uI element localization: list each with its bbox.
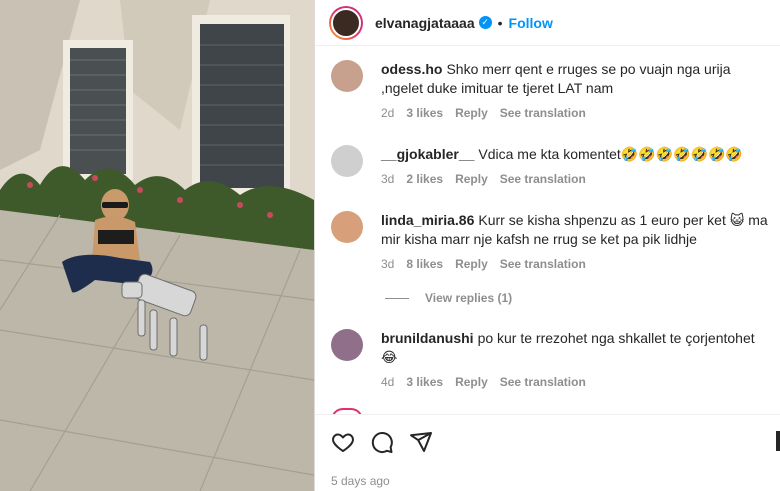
comment-age: 3d [381,257,395,271]
comment-age: 2d [381,106,395,120]
replies-line [385,297,409,299]
see-translation-button[interactable]: See translation [500,255,586,274]
comment-item: __gjokabler__ Vdica me kta komentet🤣🤣🤣🤣🤣🤣… [331,145,770,189]
comment-likes[interactable]: 8 likes [406,255,443,274]
reply-button[interactable]: Reply [455,255,488,274]
comment-meta: 4d 3 likes Reply See translation [381,373,770,392]
verified-badge-icon: ✓ [478,16,492,29]
comment-username[interactable]: odess.ho [381,61,442,77]
commenter-avatar[interactable] [331,60,363,92]
comment-username[interactable]: __gjokabler__ [381,146,474,162]
comments-panel: elvanagjataaaa ✓ • Follow odess.ho Shko m… [314,0,780,491]
comment-likes[interactable]: 2 likes [406,170,443,189]
author-username[interactable]: elvanagjataaaa [375,15,475,31]
heart-icon[interactable] [331,430,355,454]
reply-button[interactable]: Reply [455,170,488,189]
comment-age: 3d [381,172,395,186]
post-viewer: elvanagjataaaa ✓ • Follow odess.ho Shko m… [0,0,780,491]
comment-likes[interactable]: 3 likes [406,104,443,123]
post-actions: 5 days ago [315,414,780,491]
comment-age: 4d [381,375,395,389]
post-photo [0,0,314,491]
post-header: elvanagjataaaa ✓ • Follow [315,0,780,46]
commenter-avatar[interactable] [331,329,363,361]
separator-dot: • [497,14,503,31]
comment-item: odess.ho Shko merr qent e rruges se po vu… [331,60,770,123]
see-translation-button[interactable]: See translation [500,170,586,189]
comment-icon[interactable] [370,430,394,454]
see-translation-button[interactable]: See translation [500,104,586,123]
comment-item: linda_miria.86 Kurr se kisha shpenzu as 1… [331,211,770,274]
comment-list: odess.ho Shko merr qent e rruges se po vu… [315,46,780,414]
comment-username[interactable]: brunildanushi [381,330,474,346]
comment-meta: 3d 2 likes Reply See translation [381,170,770,189]
view-replies-label[interactable]: View replies (1) [425,291,512,305]
follow-button[interactable]: Follow [509,15,553,31]
bookmark-icon[interactable] [776,431,780,451]
commenter-avatar[interactable] [331,211,363,243]
see-translation-button[interactable]: See translation [500,373,586,392]
reply-button[interactable]: Reply [455,373,488,392]
reply-button[interactable]: Reply [455,104,488,123]
comment-text: Vdica me kta komentet🤣🤣🤣🤣🤣🤣🤣 [478,146,743,162]
post-media[interactable] [0,0,314,491]
comment-username[interactable]: linda_miria.86 [381,212,474,228]
comment-meta: 2d 3 likes Reply See translation [381,104,770,123]
commenter-avatar[interactable] [331,145,363,177]
comment-meta: 3d 8 likes Reply See translation [381,255,770,274]
view-replies-button[interactable]: View replies (1) [385,291,512,305]
comment-likes[interactable]: 3 likes [406,373,443,392]
comment-item: brunildanushi po kur te rrezohet nga shka… [331,329,770,392]
share-icon[interactable] [409,430,433,454]
author-avatar[interactable] [329,5,363,40]
post-time: 5 days ago [331,474,390,488]
